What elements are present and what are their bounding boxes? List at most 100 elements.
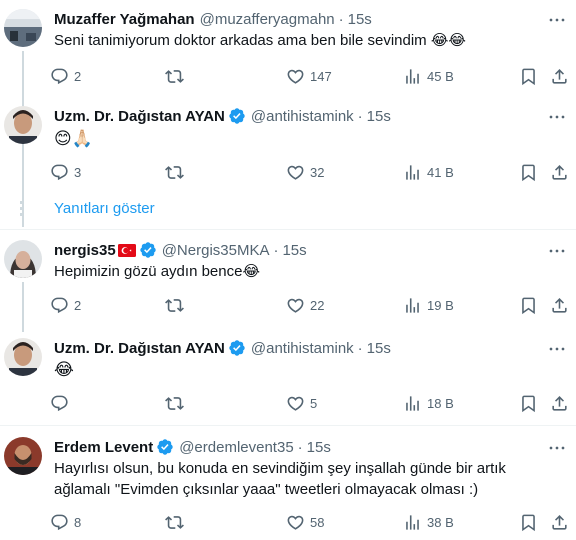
like-icon bbox=[286, 394, 305, 413]
username[interactable]: @antihistamink bbox=[251, 340, 354, 357]
like-count: 22 bbox=[310, 297, 325, 313]
divider bbox=[0, 425, 576, 426]
more-options-icon[interactable] bbox=[546, 244, 568, 258]
display-name[interactable]: Erdem Levent bbox=[54, 439, 153, 456]
display-name[interactable]: Uzm. Dr. Dağıstan AYAN bbox=[54, 340, 225, 357]
reply-button[interactable]: 8 bbox=[50, 510, 81, 534]
post-text: Seni tanimiyorum doktor arkadas ama ben … bbox=[54, 32, 466, 49]
bookmark-icon bbox=[519, 163, 538, 182]
bookmark-button[interactable] bbox=[519, 391, 538, 415]
repost-button[interactable] bbox=[165, 160, 189, 184]
action-bar: 2 147 45 B bbox=[50, 64, 570, 88]
more-options-icon[interactable] bbox=[546, 441, 568, 455]
timestamp[interactable]: 15s bbox=[307, 439, 331, 456]
like-count: 147 bbox=[310, 68, 332, 84]
show-replies-link[interactable]: Yanıtları göster bbox=[54, 200, 155, 217]
view-count: 38 B bbox=[427, 514, 454, 530]
share-button[interactable] bbox=[550, 293, 569, 317]
view-count: 45 B bbox=[427, 68, 454, 84]
repost-icon bbox=[165, 296, 184, 315]
bookmark-button[interactable] bbox=[519, 64, 538, 88]
timestamp[interactable]: 15s bbox=[348, 11, 372, 28]
reply-button[interactable]: 2 bbox=[50, 293, 81, 317]
bookmark-button[interactable] bbox=[519, 510, 538, 534]
display-name[interactable]: Uzm. Dr. Dağıstan AYAN bbox=[54, 108, 225, 125]
timestamp[interactable]: 15s bbox=[282, 242, 306, 259]
share-icon bbox=[550, 67, 569, 86]
separator-dot: · bbox=[297, 438, 303, 456]
post-header: nergis35 @Nergis35MKA · 15s bbox=[54, 240, 307, 260]
share-button[interactable] bbox=[550, 510, 569, 534]
like-button[interactable]: 147 bbox=[286, 64, 332, 88]
like-button[interactable]: 58 bbox=[286, 510, 324, 534]
timestamp[interactable]: 15s bbox=[367, 108, 391, 125]
views-icon bbox=[403, 67, 422, 86]
like-button[interactable]: 32 bbox=[286, 160, 324, 184]
reply-icon bbox=[50, 296, 69, 315]
share-icon bbox=[550, 296, 569, 315]
separator-dot: · bbox=[357, 339, 363, 357]
more-options-icon[interactable] bbox=[546, 13, 568, 27]
views-icon bbox=[403, 513, 422, 532]
share-button[interactable] bbox=[550, 160, 569, 184]
views-button[interactable]: 18 B bbox=[403, 391, 454, 415]
action-bar: 3 32 41 B bbox=[50, 160, 570, 184]
reply-button[interactable] bbox=[50, 391, 74, 415]
repost-button[interactable] bbox=[165, 391, 189, 415]
share-icon bbox=[550, 513, 569, 532]
reply-button[interactable]: 3 bbox=[50, 160, 81, 184]
like-icon bbox=[286, 513, 305, 532]
like-count: 5 bbox=[310, 395, 318, 411]
avatar[interactable] bbox=[4, 437, 42, 475]
more-options-icon[interactable] bbox=[546, 342, 568, 356]
post-header: Erdem Levent @erdemlevent35 · 15s bbox=[54, 437, 331, 457]
divider bbox=[0, 229, 576, 230]
reply-button[interactable]: 2 bbox=[50, 64, 81, 88]
post-text: 😂 bbox=[54, 360, 74, 379]
username[interactable]: @erdemlevent35 bbox=[179, 439, 293, 456]
display-name[interactable]: Muzaffer Yağmahan bbox=[54, 11, 195, 28]
bookmark-button[interactable] bbox=[519, 160, 538, 184]
repost-button[interactable] bbox=[165, 293, 189, 317]
reply-icon bbox=[50, 67, 69, 86]
views-button[interactable]: 45 B bbox=[403, 64, 454, 88]
action-bar: 8 58 38 B bbox=[50, 510, 570, 534]
repost-button[interactable] bbox=[165, 64, 189, 88]
verified-badge-icon bbox=[139, 241, 157, 259]
username[interactable]: @Nergis35MKA bbox=[162, 242, 270, 259]
more-options-icon[interactable] bbox=[546, 110, 568, 124]
share-button[interactable] bbox=[550, 391, 569, 415]
share-icon bbox=[550, 163, 569, 182]
views-button[interactable]: 38 B bbox=[403, 510, 454, 534]
avatar[interactable] bbox=[4, 9, 42, 47]
username[interactable]: @antihistamink bbox=[251, 108, 354, 125]
display-name[interactable]: nergis35 bbox=[54, 242, 116, 259]
avatar[interactable] bbox=[4, 338, 42, 376]
bookmark-icon bbox=[519, 67, 538, 86]
like-button[interactable]: 22 bbox=[286, 293, 324, 317]
repost-button[interactable] bbox=[165, 510, 189, 534]
separator-dot: · bbox=[357, 107, 363, 125]
views-icon bbox=[403, 163, 422, 182]
separator-dot: · bbox=[273, 241, 279, 259]
view-count: 19 B bbox=[427, 297, 454, 313]
action-bar: 2 22 19 B bbox=[50, 293, 570, 317]
post-text-line-2: ağlamalı "Evimden çıksınlar yaaa" tweetl… bbox=[54, 481, 479, 498]
view-count: 18 B bbox=[427, 395, 454, 411]
reply-count: 2 bbox=[74, 297, 82, 313]
like-count: 58 bbox=[310, 514, 325, 530]
share-button[interactable] bbox=[550, 64, 569, 88]
verified-badge-icon bbox=[228, 339, 246, 357]
username[interactable]: @muzafferyagmahn bbox=[200, 11, 335, 28]
bookmark-button[interactable] bbox=[519, 293, 538, 317]
reply-icon bbox=[50, 513, 69, 532]
views-button[interactable]: 41 B bbox=[403, 160, 454, 184]
bookmark-icon bbox=[519, 513, 538, 532]
like-button[interactable]: 5 bbox=[286, 391, 317, 415]
avatar[interactable] bbox=[4, 106, 42, 144]
repost-icon bbox=[165, 67, 184, 86]
avatar[interactable] bbox=[4, 240, 42, 278]
post-header: Muzaffer Yağmahan @muzafferyagmahn · 15s bbox=[54, 9, 372, 29]
timestamp[interactable]: 15s bbox=[367, 340, 391, 357]
views-button[interactable]: 19 B bbox=[403, 293, 454, 317]
